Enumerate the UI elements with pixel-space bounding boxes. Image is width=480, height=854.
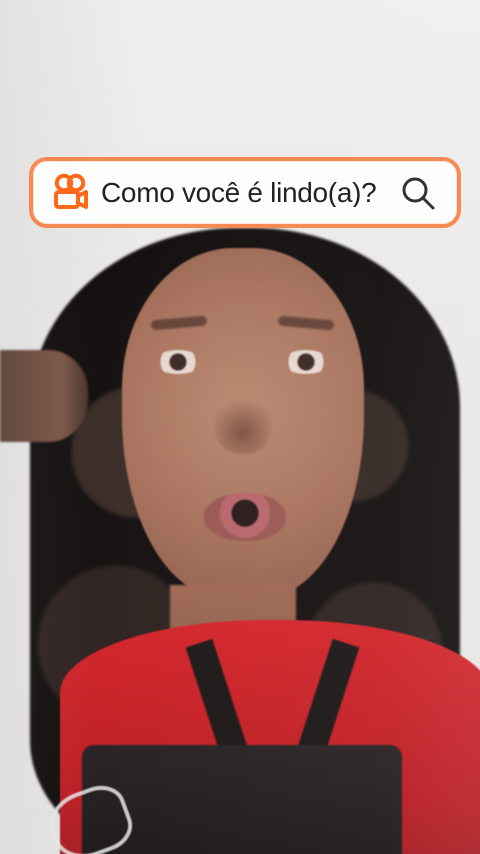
kwai-camera-icon (51, 172, 89, 214)
nose (214, 392, 272, 454)
left-eye (154, 350, 202, 374)
search-suggestion-pill[interactable]: Como você é lindo(a)? (29, 157, 461, 228)
search-query-text: Como você é lindo(a)? (101, 178, 377, 207)
app-screen: Como você é lindo(a)? (0, 0, 480, 854)
person-hand (0, 350, 88, 442)
mouth (204, 493, 286, 541)
right-eye (282, 350, 330, 374)
black-apron (82, 745, 402, 854)
video-frame[interactable] (0, 0, 480, 854)
search-icon[interactable] (399, 174, 437, 212)
